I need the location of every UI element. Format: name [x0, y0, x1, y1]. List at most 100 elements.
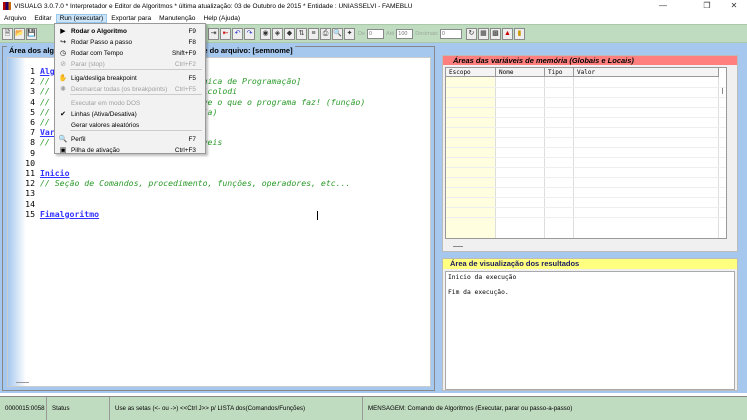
- list-icon[interactable]: ≡: [308, 27, 319, 40]
- menu-manutencao[interactable]: Manutenção: [155, 15, 199, 22]
- zoom-icon[interactable]: 🔍: [332, 27, 343, 40]
- de-label: De: [358, 30, 366, 37]
- menu-item-label: Executar em modo DOS: [71, 99, 141, 107]
- menu-item-label: Gerar valores aleatórios: [71, 121, 140, 129]
- menu-item-shortcut: F5: [188, 74, 196, 82]
- col-tipo[interactable]: Tipo: [545, 68, 574, 77]
- run-menu-dropdown: ▶ Rodar o Algoritmo F9 ↪ Rodar Passo a passo…: [54, 23, 206, 154]
- menu-item-parar-stop[interactable]: ⊘ Parar (stop) Ctrl+F2: [55, 59, 205, 70]
- status-bar: 0000015:0058 Status Use as setas (<- ou …: [0, 396, 747, 420]
- menu-item-rodar-o-algoritmo[interactable]: ▶ Rodar o Algoritmo F9: [55, 26, 205, 37]
- profile-icon: 🔍: [58, 136, 68, 144]
- window-title: VISUALG 3.0.7.0 * Interpretador e Editor…: [14, 2, 413, 10]
- menu-item-pilha-de-ativa-o[interactable]: ▣ Pilha de ativação Ctrl+F3: [55, 145, 205, 156]
- variables-table[interactable]: Escopo Nome Tipo Valor: [445, 67, 727, 239]
- menu-item-label: Liga/desliga breakpoint: [71, 74, 137, 82]
- refresh-icon[interactable]: ↻: [465, 27, 477, 40]
- table-row: [446, 177, 726, 178]
- menu-item-liga-desliga-breakpoint[interactable]: ✋ Liga/desliga breakpoint F5: [55, 73, 205, 84]
- clear-breakpoints-icon: ✺: [60, 86, 66, 94]
- menu-item-label: Rodar com Tempo: [71, 49, 124, 57]
- open-file-icon[interactable]: 📂: [14, 27, 25, 40]
- ate-input[interactable]: 100: [396, 28, 414, 39]
- status-label: Status: [47, 397, 110, 420]
- indent-icon[interactable]: ⇥: [208, 27, 219, 40]
- menu-item-linhas-ativa-desativa[interactable]: ✔ Linhas (Ativa/Desativa): [55, 109, 205, 120]
- col-escopo[interactable]: Escopo: [446, 68, 496, 77]
- app-icon: [3, 2, 11, 10]
- save-icon[interactable]: 💾: [26, 27, 37, 40]
- menu-item-shortcut: Ctrl+F3: [174, 146, 196, 154]
- clock-icon: ◷: [59, 50, 67, 58]
- status-message: MENSAGEM: Comando de Algoritmos (Executa…: [368, 405, 573, 412]
- menu-item-label: Linhas (Ativa/Desativa): [71, 110, 137, 118]
- table-row: [446, 147, 726, 148]
- code-line[interactable]: 12 // Seção de Comandos, procedimento, f…: [8, 178, 350, 189]
- restore-button[interactable]: ❐: [694, 0, 720, 12]
- variables-title: Áreas das variáveis de memória (Globais …: [443, 56, 737, 65]
- de-input[interactable]: 0: [367, 28, 385, 39]
- table-row: [446, 107, 726, 108]
- menu-item-shortcut: F8: [188, 38, 196, 46]
- text-caret: [317, 211, 318, 220]
- menu-help[interactable]: Help (Ajuda): [199, 15, 244, 22]
- right-panel: Áreas das variáveis de memória (Globais …: [440, 49, 745, 391]
- print-icon[interactable]: ⎙: [320, 27, 331, 40]
- calculator-icon[interactable]: ▦: [477, 27, 489, 40]
- horizontal-scrollbar[interactable]: [16, 382, 29, 383]
- menu-exportar[interactable]: Exportar para: [107, 15, 155, 22]
- table-row: [446, 117, 726, 118]
- output-title: Área de visualização dos resultados: [443, 259, 737, 269]
- menu-item-label: Parar (stop): [71, 60, 105, 68]
- table-row: [446, 217, 726, 218]
- status-hint: Use as setas (<- ou ->) <<Ctrl J>> p/ LI…: [110, 397, 363, 420]
- vertical-scrollbar[interactable]: [722, 88, 723, 94]
- decimais-select[interactable]: 0: [439, 28, 462, 39]
- horizontal-scrollbar[interactable]: [453, 246, 463, 247]
- menu-run[interactable]: Run (executar): [55, 13, 108, 23]
- menu-item-rodar-com-tempo[interactable]: ◷ Rodar com Tempo Shift+F9: [55, 48, 205, 59]
- replace-icon[interactable]: ◈: [272, 27, 283, 40]
- find-next-icon[interactable]: ◆: [284, 27, 295, 40]
- title-bar: VISUALG 3.0.7.0 * Interpretador e Editor…: [0, 0, 747, 12]
- format-icon[interactable]: ⇅: [296, 27, 307, 40]
- menu-item-rodar-passo-a-passo[interactable]: ↪ Rodar Passo a passo F8: [55, 37, 205, 48]
- col-nome[interactable]: Nome: [496, 68, 545, 77]
- checkmark-icon: ✔: [60, 111, 66, 119]
- undo-icon[interactable]: ↶: [232, 27, 243, 40]
- stop-icon: ⊘: [60, 61, 66, 69]
- menu-item-desmarcar-todas-os-breakpoints[interactable]: ✺ Desmarcar todas (os breakpoints) Ctrl+F5: [55, 84, 205, 95]
- menu-item-perfil[interactable]: 🔍 Perfil F7: [55, 134, 205, 145]
- calendar-icon[interactable]: ▩: [489, 27, 501, 40]
- unindent-icon[interactable]: ⇤: [220, 27, 231, 40]
- menu-item-shortcut: Ctrl+F5: [174, 85, 196, 93]
- menu-item-gerar-valores-aleat-rios[interactable]: Gerar valores aleatórios: [55, 120, 205, 131]
- menu-item-shortcut: F7: [188, 135, 196, 143]
- new-file-icon[interactable]: 🗎: [2, 27, 13, 40]
- exit-icon[interactable]: ▮: [513, 27, 525, 40]
- table-row: [446, 207, 726, 208]
- minimize-button[interactable]: —: [650, 0, 676, 12]
- hand-icon: ✋: [58, 75, 68, 83]
- close-button[interactable]: ✕: [721, 0, 747, 12]
- redo-icon[interactable]: ↷: [244, 27, 255, 40]
- keyword: Fimalgoritmo: [39, 208, 100, 219]
- menu-editar[interactable]: Editar: [30, 15, 55, 22]
- table-row: [446, 97, 726, 98]
- menu-arquivo[interactable]: Arquivo: [0, 15, 30, 22]
- col-valor[interactable]: Valor: [574, 68, 719, 77]
- warning-icon[interactable]: ▲: [501, 27, 513, 40]
- table-row: [446, 137, 726, 138]
- ate-label: Até: [386, 30, 395, 37]
- decimais-label: Decimais: [415, 30, 438, 37]
- menu-item-shortcut: Ctrl+F2: [174, 60, 196, 68]
- magic-icon[interactable]: ✦: [344, 27, 355, 40]
- menu-item-executar-em-modo-dos[interactable]: Executar em modo DOS: [55, 98, 205, 109]
- menu-item-label: Rodar o Algoritmo: [71, 27, 127, 35]
- output-panel: Área de visualização dos resultados Inic…: [442, 258, 738, 391]
- comment: // Seção de Comandos, procedimento, funç…: [39, 178, 351, 189]
- find-icon[interactable]: ◉: [260, 27, 271, 40]
- table-row: [446, 197, 726, 198]
- menu-item-label: Desmarcar todas (os breakpoints): [71, 85, 168, 93]
- code-line[interactable]: 15 Fimalgoritmo: [8, 209, 99, 220]
